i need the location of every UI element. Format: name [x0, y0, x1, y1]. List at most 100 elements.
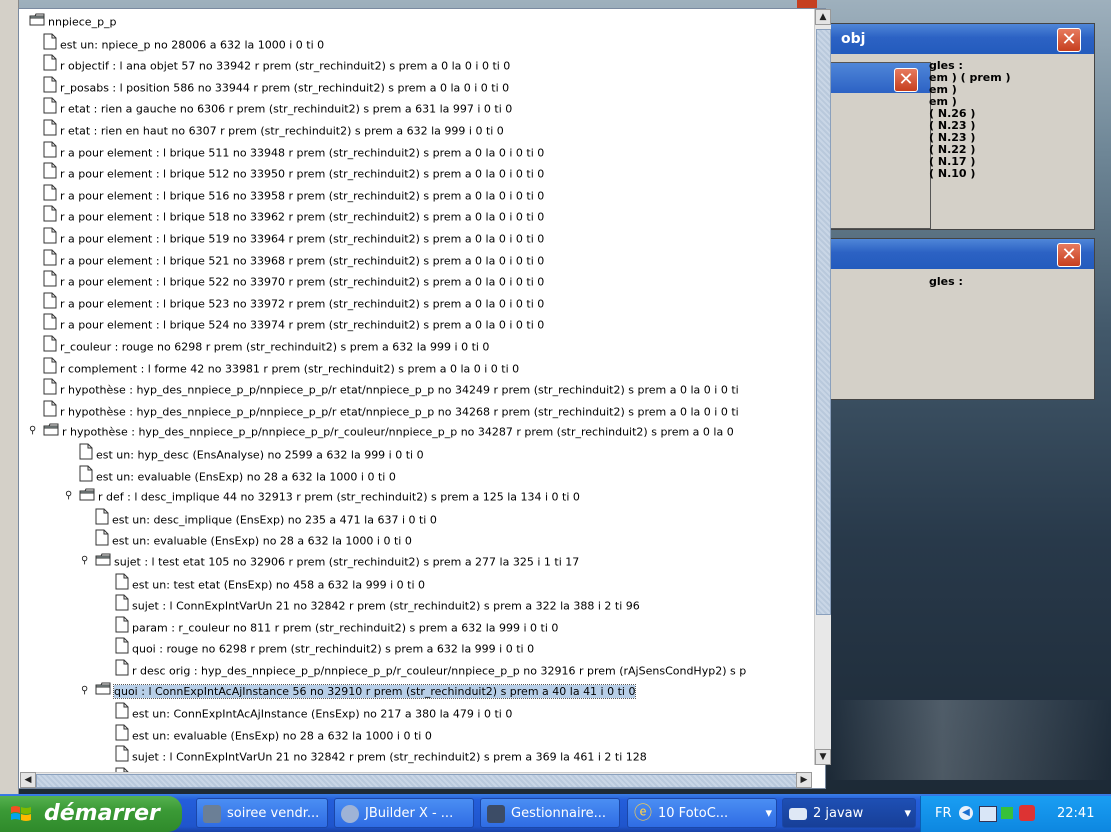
document-icon [95, 508, 109, 532]
tree-leaf[interactable]: est un: hyp_desc (EnsAnalyse) no 2599 a … [79, 443, 424, 464]
close-icon[interactable]: ✕ [894, 68, 918, 92]
sea-glint [830, 700, 1111, 780]
folder-icon [43, 422, 59, 443]
security-icon[interactable] [1019, 805, 1035, 821]
task-fotoc[interactable]: ⓔ 10 FotoC... ▾ [627, 798, 777, 828]
tree-leaf[interactable]: est un: evaluable (EnsExp) no 28 a 632 l… [115, 724, 432, 745]
scroll-thumb[interactable] [36, 774, 808, 788]
tree-node-label: est un: evaluable (EnsExp) no 28 a 632 l… [132, 729, 432, 743]
window-titlebar[interactable] [829, 239, 1094, 269]
expand-toggle-icon[interactable]: ⚲ [29, 426, 37, 436]
tree-node[interactable]: ⚲ quoi : l ConnExpIntAcAjInstance 56 no 3… [81, 681, 637, 702]
expand-toggle-icon[interactable]: ⚲ [81, 685, 89, 696]
tree-leaf[interactable]: r hypothèse : hyp_des_nnpiece_p_p/nnpiec… [43, 400, 739, 421]
tree-node-label: est un: hyp_desc (EnsAnalyse) no 2599 a … [96, 448, 424, 462]
tree-leaf[interactable]: sujet : l ConnExpIntVarUn 21 no 32842 r … [115, 594, 640, 615]
tree-node-label: est un: test etat (EnsExp) no 458 a 632 … [132, 578, 425, 592]
tree-leaf[interactable]: est un: npiece_p no 28006 a 632 la 1000 … [43, 33, 324, 54]
scroll-down-icon[interactable]: ▼ [815, 749, 831, 765]
expand-toggle-icon[interactable]: ⚲ [65, 491, 73, 501]
tree-leaf[interactable]: r etat : rien en haut no 6307 r prem (st… [43, 119, 504, 140]
tree-leaf[interactable]: param : r_couleur no 811 r prem (str_rec… [115, 616, 558, 637]
scroll-left-icon[interactable]: ◀ [20, 772, 36, 788]
background-window[interactable]: ✕ gles : [828, 238, 1095, 400]
tree-node[interactable]: nnpiece_p_p [29, 11, 117, 32]
task-gestionnaire[interactable]: Gestionnaire... [480, 798, 620, 828]
tree-leaf[interactable]: r a pour element : l brique 516 no 33958… [43, 184, 544, 205]
tree-leaf[interactable]: r objectif : l ana objet 57 no 33942 r p… [43, 54, 510, 75]
tree-node-label: quoi : l ConnExpIntAcAjInstance 56 no 32… [112, 684, 637, 700]
vertical-scrollbar[interactable]: ▲ ▼ [814, 9, 831, 765]
tree-leaf[interactable]: est un: desc_implique (EnsExp) no 235 a … [95, 508, 437, 529]
document-icon [115, 702, 129, 726]
start-button[interactable]: démarrer [0, 796, 182, 832]
document-icon [43, 97, 57, 121]
tree-leaf[interactable]: r a pour element : l brique 512 no 33950… [43, 162, 544, 183]
tree-node-label: r a pour element : l brique 522 no 33970… [60, 275, 545, 289]
status-icon[interactable] [1001, 807, 1013, 819]
clock: 22:41 [1057, 806, 1095, 821]
tree-leaf[interactable]: est un: test etat (EnsExp) no 458 a 632 … [115, 573, 425, 594]
tree-node-label: r objectif : l ana objet 57 no 33942 r p… [60, 59, 511, 73]
horizontal-scrollbar[interactable]: ◀ ▶ [20, 772, 812, 788]
document-icon [115, 659, 129, 683]
task-label: 10 FotoC... [658, 806, 729, 821]
tree-node[interactable]: ⚲ sujet : l test etat 105 no 32906 r prem… [81, 551, 579, 572]
scroll-right-icon[interactable]: ▶ [796, 772, 812, 788]
background-window-obj[interactable]: obj ✕ ✕ gles : em ) ( prem ) em ) em ) (… [828, 23, 1095, 230]
scroll-thumb[interactable] [816, 29, 831, 615]
task-javaw[interactable]: 2 javaw ▾ [782, 798, 916, 828]
tree-node-label: r a pour element : l brique 518 no 33962… [60, 210, 545, 224]
document-icon [115, 745, 129, 769]
tree-leaf[interactable]: r complement : l forme 42 no 33981 r pre… [43, 357, 519, 378]
text-line: ( N.10 ) [929, 167, 976, 180]
network-icon[interactable] [979, 806, 997, 822]
task-soiree[interactable]: soiree vendr... [196, 798, 328, 828]
tree-leaf[interactable]: r a pour element : l brique 518 no 33962… [43, 205, 544, 226]
tree-node[interactable]: ⚲ r hypothèse : hyp_des_nnpiece_p_p/nnpie… [29, 421, 734, 443]
document-icon [43, 400, 57, 424]
scroll-up-icon[interactable]: ▲ [815, 9, 831, 25]
tree-leaf[interactable]: r etat : rien a gauche no 6306 r prem (s… [43, 97, 512, 118]
tree-view-window[interactable]: nnpiece_p_p est un: npiece_p no 28006 a 6… [18, 8, 831, 789]
tree-node-label: quoi : rouge no 6298 r prem (str_rechind… [132, 642, 535, 656]
tree-leaf[interactable]: r a pour element : l brique 522 no 33970… [43, 270, 544, 291]
tree-node[interactable]: ⚲ r def : l desc_implique 44 no 32913 r p… [65, 486, 580, 507]
tree-leaf[interactable]: r a pour element : l brique 524 no 33974… [43, 313, 544, 334]
tree-leaf[interactable]: est un: evaluable (EnsExp) no 28 a 632 l… [95, 529, 412, 550]
language-indicator[interactable]: FR [935, 796, 952, 832]
task-jbuilder[interactable]: JBuilder X - ... [334, 798, 474, 828]
close-icon[interactable] [797, 0, 817, 8]
tree-leaf[interactable]: r a pour element : l brique 523 no 33972… [43, 292, 544, 313]
document-icon [115, 724, 129, 748]
tree-leaf[interactable]: r hypothèse : hyp_des_nnpiece_p_p/nnpiec… [43, 378, 739, 399]
close-icon[interactable]: ✕ [1057, 243, 1081, 267]
document-icon [43, 313, 57, 337]
expand-toggle-icon[interactable]: ⚲ [81, 556, 89, 566]
tree-leaf[interactable]: est un: evaluable (EnsExp) no 28 a 632 l… [79, 465, 396, 486]
chevron-down-icon: ▾ [765, 806, 772, 821]
tree-leaf[interactable]: r_posabs : l position 586 no 33944 r pre… [43, 76, 509, 97]
document-icon [43, 270, 57, 294]
window-icon [789, 808, 807, 820]
close-icon[interactable]: ✕ [1057, 28, 1081, 52]
collapse-tray-icon[interactable]: ◀ [959, 806, 973, 820]
tree-leaf[interactable]: r desc orig : hyp_des_nnpiece_p_p/nnpiec… [115, 659, 746, 680]
folder-icon [95, 681, 111, 702]
inner-window[interactable]: ✕ [829, 62, 931, 229]
window-edge [0, 0, 19, 794]
tree-leaf[interactable]: r a pour element : l brique 519 no 33964… [43, 227, 544, 248]
tree-node-label: r hypothèse : hyp_des_nnpiece_p_p/nnpiec… [60, 383, 739, 397]
tree-node-label: r_posabs : l position 586 no 33944 r pre… [60, 81, 510, 95]
tree-leaf[interactable]: r_couleur : rouge no 6298 r prem (str_re… [43, 335, 489, 356]
document-icon [95, 529, 109, 553]
tree-leaf[interactable]: r a pour element : l brique 511 no 33948… [43, 141, 544, 162]
tree-leaf[interactable]: r a pour element : l brique 521 no 33968… [43, 249, 544, 270]
tree-leaf[interactable]: est un: ConnExpIntAcAjInstance (EnsExp) … [115, 702, 512, 723]
tree-leaf[interactable]: sujet : l ConnExpIntVarUn 21 no 32842 r … [115, 745, 647, 766]
document-icon [43, 33, 57, 57]
window-title: obj [841, 31, 866, 47]
tree-leaf[interactable]: quoi : rouge no 6298 r prem (str_rechind… [115, 637, 534, 658]
tree-view[interactable]: nnpiece_p_p est un: npiece_p no 28006 a 6… [21, 9, 813, 773]
window-titlebar[interactable]: obj [829, 24, 1094, 54]
